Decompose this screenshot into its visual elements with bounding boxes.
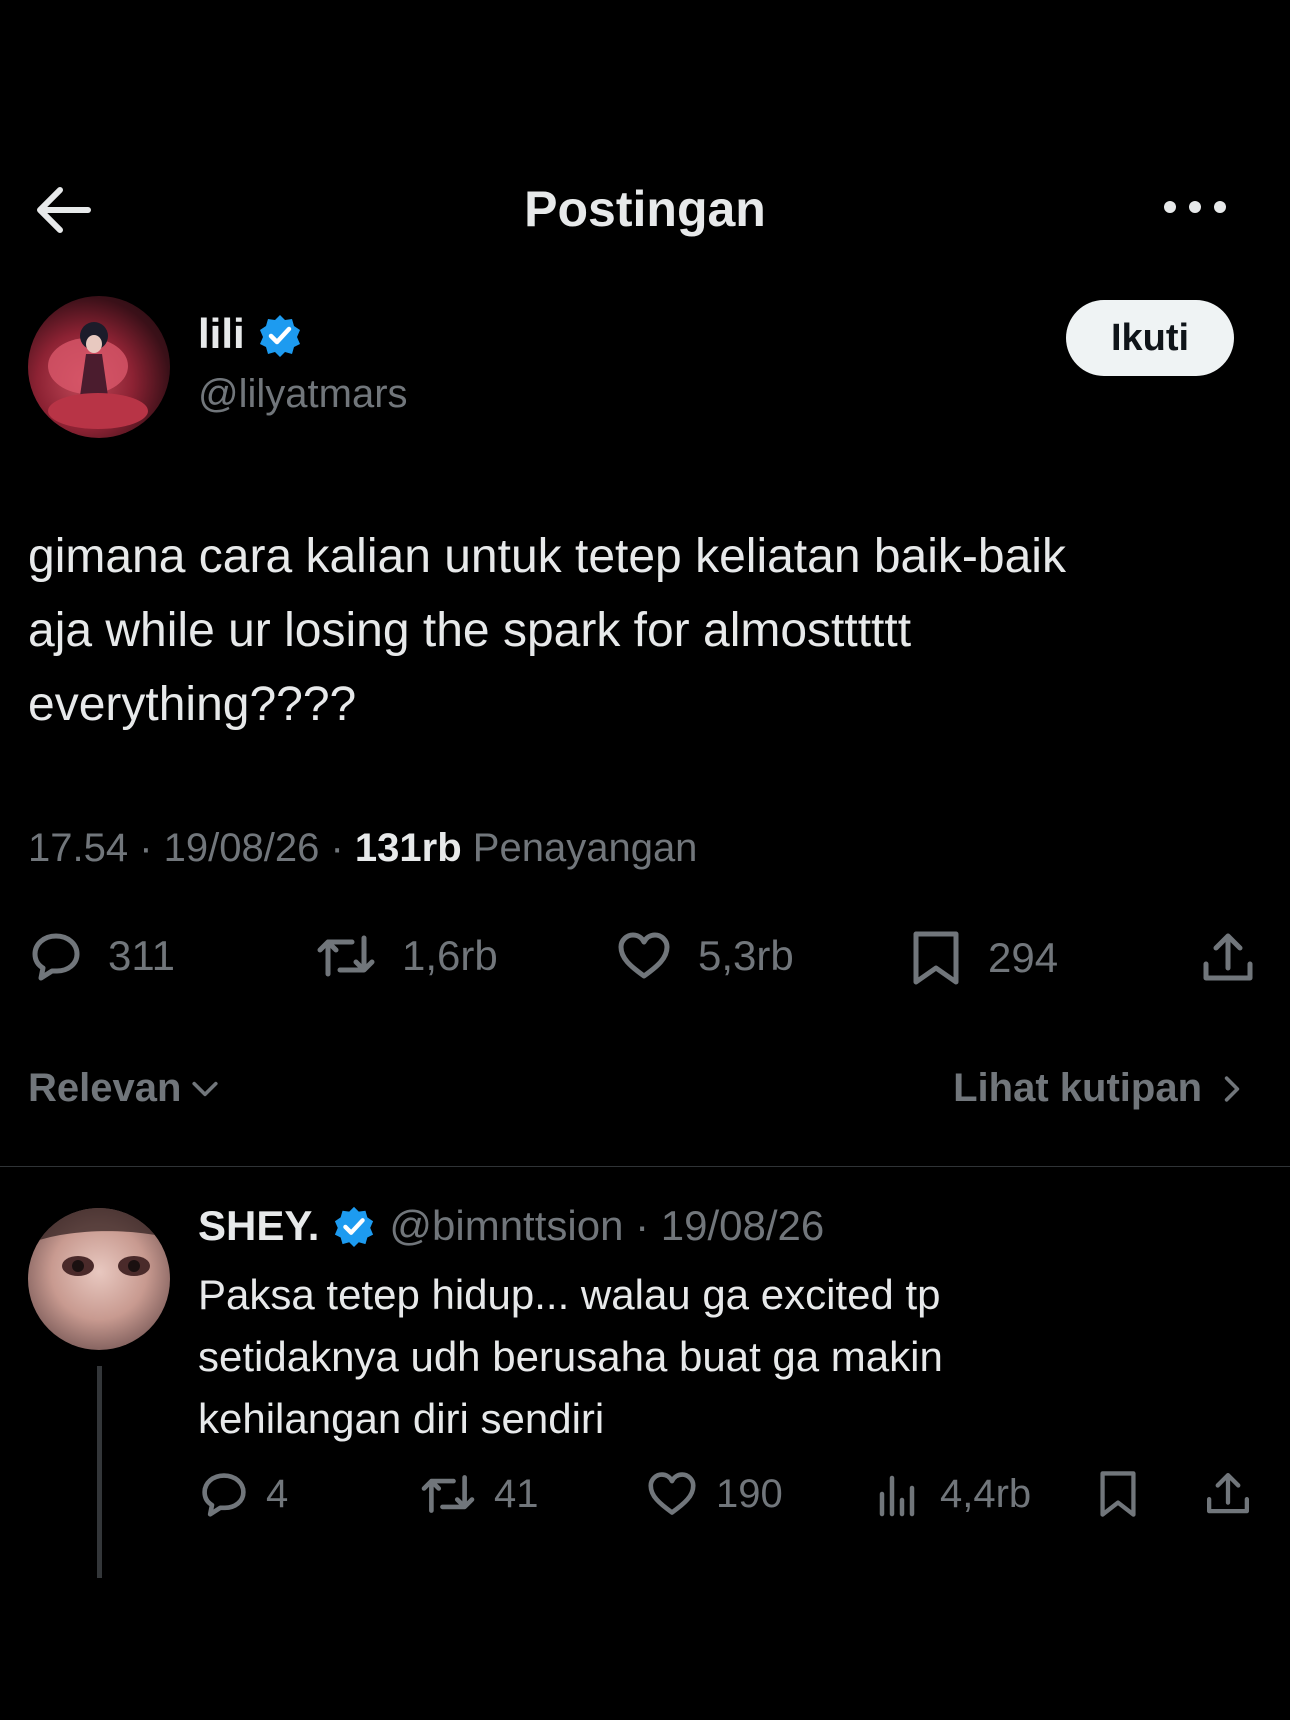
reply-header: SHEY. @bimnttsion · 19/08/26 — [198, 1202, 825, 1250]
bookmark-icon — [913, 931, 959, 985]
heart-icon — [618, 932, 670, 979]
avatar-image — [28, 1208, 170, 1276]
reply-reply-count: 4 — [266, 1471, 289, 1516]
reply-bookmark-button[interactable] — [1094, 1470, 1142, 1518]
author-name[interactable]: lili — [198, 310, 245, 358]
reply-repost-count: 41 — [494, 1471, 539, 1516]
post-time: 17.54 — [28, 826, 129, 870]
views-count[interactable]: 131rb — [355, 826, 462, 870]
sort-dropdown[interactable]: Relevan — [28, 1066, 223, 1111]
reply-repost-button[interactable]: 41 — [420, 1470, 539, 1518]
like-button[interactable]: 5,3rb — [616, 930, 794, 982]
chevron-down-icon — [192, 1081, 219, 1096]
top-bar: Postingan — [0, 160, 1290, 250]
verified-badge-icon — [260, 315, 300, 357]
reply-views-count: 4,4rb — [940, 1471, 1032, 1516]
share-icon — [1203, 933, 1253, 981]
sort-label: Relevan — [28, 1066, 182, 1110]
more-horizontal-icon — [1164, 201, 1226, 213]
avatar-image — [48, 322, 148, 429]
post-date: 19/08/26 — [163, 826, 320, 870]
reply-views-button[interactable]: 4,4rb — [874, 1470, 1031, 1518]
reply-author-handle[interactable]: @bimnttsion — [389, 1202, 623, 1250]
chevron-right-icon — [1224, 1075, 1240, 1102]
reply-author-avatar[interactable] — [28, 1208, 170, 1350]
reply-like-count: 190 — [716, 1471, 783, 1516]
reply-share-button[interactable] — [1204, 1470, 1252, 1518]
heart-icon — [648, 1472, 696, 1515]
repost-count: 1,6rb — [402, 932, 498, 979]
repost-button[interactable]: 1,6rb — [316, 930, 498, 982]
reply-date[interactable]: 19/08/26 — [661, 1202, 825, 1250]
follow-button[interactable]: Ikuti — [1066, 300, 1234, 376]
verified-badge-icon — [335, 1206, 374, 1247]
view-quotes-link[interactable]: Lihat kutipan — [953, 1066, 1250, 1111]
post-meta: 17.54 · 19/08/26 · 131rb Penayangan — [28, 826, 698, 870]
author-avatar[interactable] — [28, 296, 170, 438]
bookmark-button[interactable]: 294 — [910, 930, 1058, 986]
views-label: Penayangan — [472, 826, 698, 870]
reply-button[interactable]: 311 — [30, 930, 175, 982]
share-button[interactable] — [1200, 930, 1256, 986]
reply-action-bar: 4 41 190 4,4rb — [0, 1470, 1290, 1530]
repost-icon — [317, 935, 375, 977]
analytics-icon — [879, 1475, 915, 1517]
author-handle[interactable]: @lilyatmars — [198, 372, 408, 417]
bookmark-icon — [1100, 1471, 1136, 1517]
share-icon — [1207, 1473, 1249, 1514]
more-options-button[interactable] — [1160, 192, 1230, 222]
page-title: Postingan — [524, 181, 766, 237]
reply-icon — [202, 1473, 246, 1517]
view-quotes-label: Lihat kutipan — [953, 1066, 1202, 1110]
reply-icon — [32, 933, 80, 981]
post-action-bar: 311 1,6rb 5,3rb 294 — [0, 930, 1290, 990]
reply-author-name[interactable]: SHEY. — [198, 1202, 319, 1250]
reply-reply-button[interactable]: 4 — [200, 1470, 288, 1518]
divider — [0, 1166, 1290, 1167]
post-screen: Postingan lili @lilyatmars Ikuti gimana … — [0, 0, 1290, 1720]
like-count: 5,3rb — [698, 932, 794, 979]
post-text: gimana cara kalian untuk tetep keliatan … — [28, 530, 1066, 731]
bookmark-count: 294 — [988, 934, 1059, 981]
reply-like-button[interactable]: 190 — [646, 1470, 783, 1518]
repost-icon — [421, 1475, 475, 1513]
reply-count: 311 — [108, 932, 175, 979]
reply-text: Paksa tetep hidup... walau ga excited tp… — [198, 1271, 943, 1442]
